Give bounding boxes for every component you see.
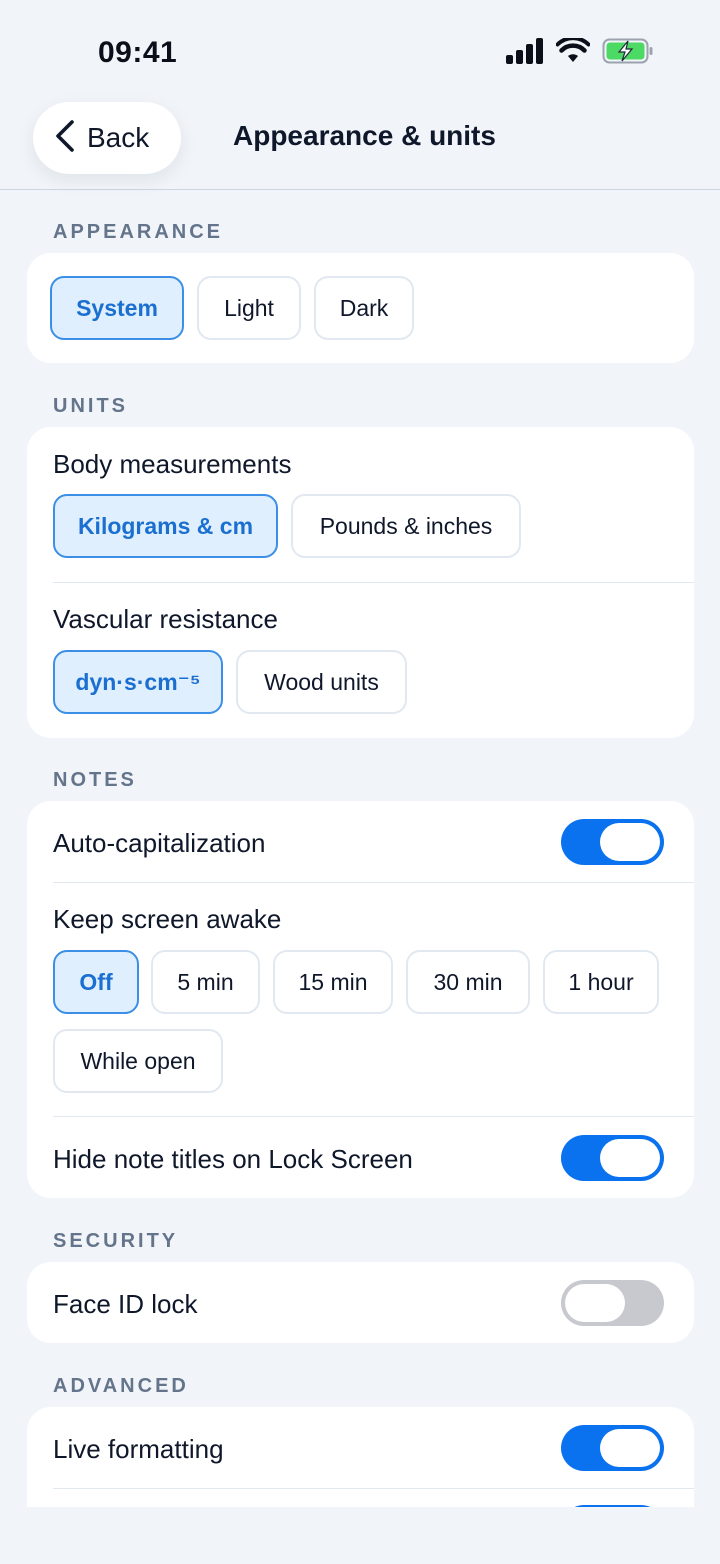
awake-option-5-min[interactable]: 5 min — [151, 950, 260, 1014]
appearance-option-system[interactable]: System — [50, 276, 184, 340]
divider — [53, 1488, 694, 1489]
toggle-knob — [565, 1284, 625, 1322]
status-time: 09:41 — [98, 36, 178, 69]
advanced-card: Live formatting — [27, 1407, 694, 1507]
section-header-appearance: APPEARANCE — [53, 221, 224, 243]
face-id-lock-label: Face ID lock — [53, 1289, 198, 1319]
live-formatting-toggle[interactable] — [561, 1425, 664, 1471]
security-card: Face ID lock — [27, 1262, 694, 1343]
body-option-pounds-inches[interactable]: Pounds & inches — [291, 494, 521, 558]
cellular-signal-icon — [506, 38, 544, 69]
back-label: Back — [87, 122, 150, 153]
status-icons — [506, 36, 654, 69]
back-button[interactable]: Back — [33, 102, 181, 174]
appearance-card: System Light Dark — [27, 253, 694, 363]
notes-card: Auto-capitalization Keep screen awake Of… — [27, 801, 694, 1198]
vascular-resistance-label: Vascular resistance — [53, 604, 278, 634]
auto-capitalization-toggle[interactable] — [561, 819, 664, 865]
divider — [53, 1116, 694, 1117]
vascular-option-wood-units[interactable]: Wood units — [236, 650, 407, 714]
section-header-units: UNITS — [53, 395, 128, 417]
settings-list[interactable]: APPEARANCE System Light Dark UNITS Body … — [0, 191, 720, 1507]
awake-option-15-min[interactable]: 15 min — [273, 950, 393, 1014]
appearance-option-dark[interactable]: Dark — [314, 276, 414, 340]
section-header-security: SECURITY — [53, 1230, 179, 1252]
hide-note-titles-toggle[interactable] — [561, 1135, 664, 1181]
body-measurements-label: Body measurements — [53, 449, 292, 479]
toggle-knob — [600, 1429, 660, 1467]
divider — [53, 882, 694, 883]
navigation-bar: Back Appearance & units — [0, 100, 720, 190]
body-option-kilograms-cm[interactable]: Kilograms & cm — [53, 494, 278, 558]
live-formatting-label: Live formatting — [53, 1434, 224, 1464]
hide-note-titles-label: Hide note titles on Lock Screen — [53, 1144, 413, 1174]
page-title: Appearance & units — [233, 120, 496, 151]
units-card: Body measurements Kilograms & cm Pounds … — [27, 427, 694, 738]
vascular-option-dyn[interactable]: dyn·s·cm⁻⁵ — [53, 650, 223, 714]
appearance-option-light[interactable]: Light — [197, 276, 301, 340]
toggle-knob — [600, 823, 660, 861]
home-indicator-area — [0, 1507, 720, 1564]
toggle-knob — [600, 1139, 660, 1177]
divider — [53, 582, 694, 583]
auto-capitalization-label: Auto-capitalization — [53, 828, 266, 858]
awake-option-1-hour[interactable]: 1 hour — [543, 950, 659, 1014]
section-header-advanced: ADVANCED — [53, 1375, 189, 1397]
battery-charging-icon — [602, 38, 654, 69]
status-bar: 09:41 — [0, 0, 720, 100]
keep-screen-awake-label: Keep screen awake — [53, 904, 282, 934]
section-header-notes: NOTES — [53, 769, 137, 791]
awake-option-off[interactable]: Off — [53, 950, 139, 1014]
awake-option-while-open[interactable]: While open — [53, 1029, 223, 1093]
chevron-left-icon — [53, 119, 77, 158]
face-id-lock-toggle[interactable] — [561, 1280, 664, 1326]
wifi-icon — [555, 36, 591, 69]
awake-option-30-min[interactable]: 30 min — [406, 950, 530, 1014]
